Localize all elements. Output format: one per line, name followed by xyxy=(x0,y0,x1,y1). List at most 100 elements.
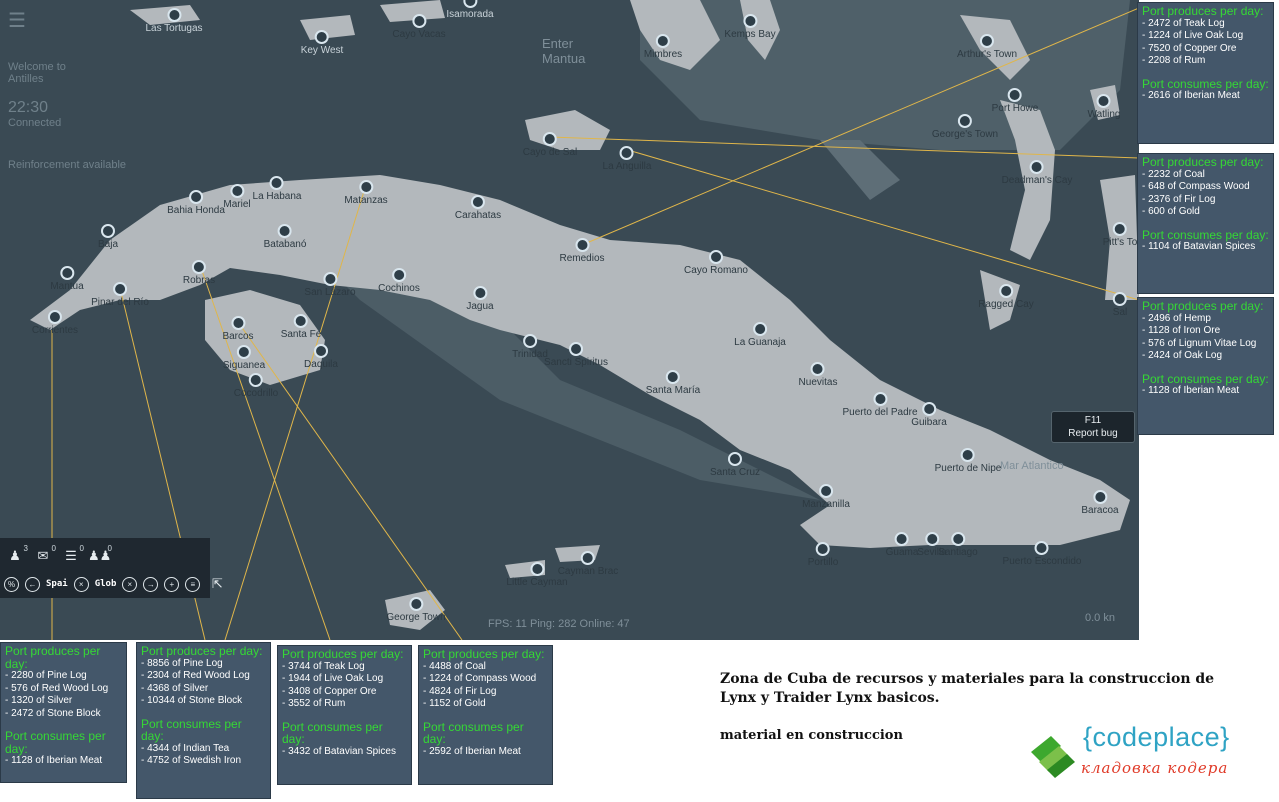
produces-item: - 4368 of Silver xyxy=(141,682,209,694)
user-icon[interactable]: ♟ 3 xyxy=(4,544,28,564)
port-name: Santa María xyxy=(645,385,701,396)
port-marker[interactable]: Cochinos xyxy=(378,268,420,294)
port-marker[interactable]: Carahatas xyxy=(455,195,501,221)
port-marker[interactable]: Remedios xyxy=(559,238,605,264)
port-marker[interactable]: Bahia Honda xyxy=(167,190,225,216)
port-marker[interactable]: George Town xyxy=(386,597,446,623)
report-key: F11 xyxy=(1084,415,1102,426)
report-label: Report bug xyxy=(1068,428,1118,439)
menu-icon[interactable]: ≡ xyxy=(185,576,201,592)
port-marker[interactable]: Corrientes xyxy=(32,310,78,336)
produces-item: - 3408 of Copper Ore xyxy=(282,685,377,697)
port-name: Sancti Spiritus xyxy=(544,357,608,368)
port-marker[interactable]: Cocodrillo xyxy=(234,373,278,399)
port-marker[interactable]: La Anguilla xyxy=(602,146,652,172)
menu-icon[interactable]: ☰ xyxy=(8,8,126,33)
port-marker[interactable]: Arthur's Town xyxy=(957,34,1017,60)
port-marker[interactable]: Manzanilla xyxy=(802,484,850,510)
port-marker[interactable]: Daquila xyxy=(304,344,338,370)
port-marker[interactable]: San Lázaro xyxy=(304,272,356,298)
port-marker[interactable]: Mantua xyxy=(50,266,84,292)
port-marker[interactable]: Cayo de Sal xyxy=(523,132,577,158)
port-marker[interactable]: Guibara xyxy=(911,402,947,428)
port-marker[interactable]: Sal xyxy=(1113,292,1127,318)
port-name: Matanzas xyxy=(344,195,388,206)
port-marker[interactable]: Barcos xyxy=(222,316,254,342)
port-marker[interactable]: La Guanaja xyxy=(734,322,786,348)
mail-icon[interactable]: ✉ 0 xyxy=(32,544,56,564)
port-marker[interactable]: Puerto de Nipe xyxy=(935,448,1001,474)
port-marker[interactable]: Cayo Romano xyxy=(684,250,748,276)
port-marker[interactable]: Sancti Spiritus xyxy=(544,342,608,368)
port-marker[interactable]: Portillo xyxy=(807,542,839,568)
consumes-item: - 1104 of Batavian Spices xyxy=(1142,241,1256,253)
port-icon xyxy=(522,334,537,348)
game-toolbar: ♟ 3 ✉ 0 ☰ 0 ♟♟ 0 % ← Spai × Glob × → + ≡ ⇱ xyxy=(0,538,223,598)
port-marker[interactable]: Jagua xyxy=(466,286,494,312)
close-icon[interactable]: × xyxy=(73,576,89,592)
port-icon xyxy=(665,370,680,384)
port-marker[interactable]: Key West xyxy=(301,30,343,56)
port-marker[interactable]: Pinar del Río xyxy=(91,282,149,308)
plus-icon[interactable]: + xyxy=(164,576,180,592)
port-marker[interactable]: Matanzas xyxy=(344,180,388,206)
produces-item: - 2496 of Hemp xyxy=(1142,312,1211,324)
list-icon[interactable]: ☰ 0 xyxy=(60,544,84,564)
port-name: Portillo xyxy=(807,557,839,568)
port-marker[interactable]: Las Tortugas xyxy=(145,8,203,34)
port-name: Baja xyxy=(97,239,119,250)
chat-global[interactable]: Glob xyxy=(95,579,117,589)
port-marker[interactable]: Santa Cruz xyxy=(710,452,760,478)
fullscreen-icon[interactable]: ⇱ xyxy=(206,576,228,592)
port-marker[interactable]: Santa Fe xyxy=(281,314,321,340)
port-icon xyxy=(313,344,328,358)
port-icon xyxy=(980,34,994,48)
arrow-left-icon[interactable]: ← xyxy=(25,576,40,592)
port-marker[interactable]: Cayo Vacas xyxy=(392,14,446,40)
port-marker[interactable]: Guama xyxy=(886,532,918,558)
sea-label-2: Mar Atlantico xyxy=(1000,460,1064,472)
port-name: La Anguilla xyxy=(602,161,652,172)
port-marker[interactable]: George's Town xyxy=(932,114,998,140)
port-marker[interactable]: Baja xyxy=(98,224,118,250)
port-marker[interactable]: La Habana xyxy=(253,176,301,202)
percent-icon[interactable]: % xyxy=(4,576,19,592)
port-name: Carahatas xyxy=(454,210,502,221)
port-marker[interactable]: Siguanea xyxy=(223,345,265,371)
port-marker[interactable]: Santiago xyxy=(938,532,978,558)
port-marker[interactable]: Mimbres xyxy=(644,34,682,60)
port-icon xyxy=(921,402,936,416)
close-icon[interactable]: × xyxy=(122,576,138,592)
port-icon xyxy=(575,238,589,252)
port-marker[interactable]: Kemps Bay xyxy=(724,14,776,40)
port-name: Cochinos xyxy=(378,283,420,294)
port-marker[interactable]: Puerto del Padre xyxy=(842,392,918,418)
group-icon[interactable]: ♟♟ 0 xyxy=(88,544,112,564)
port-marker[interactable]: Mariel xyxy=(223,184,251,210)
port-icon xyxy=(59,266,74,280)
port-marker[interactable]: Santa María xyxy=(646,370,700,396)
arrow-right-icon[interactable]: → xyxy=(143,576,159,592)
port-marker[interactable]: Baracoa xyxy=(1081,490,1119,516)
hud-time: 22:30 xyxy=(8,99,49,116)
port-icon xyxy=(1093,490,1107,504)
port-marker[interactable]: Deadman's Cay xyxy=(1002,160,1072,186)
port-name: Batabanó xyxy=(263,239,307,250)
port-marker[interactable]: Puerto Escondido xyxy=(1003,541,1081,567)
report-bug-button[interactable]: F11 Report bug xyxy=(1051,411,1135,443)
port-marker[interactable]: Isamorada xyxy=(446,0,494,20)
port-marker[interactable]: Robras xyxy=(183,260,215,286)
port-info-popup: Port produces per day: - 4488 of Coal - 12… xyxy=(418,645,553,785)
port-marker[interactable]: Trinidad xyxy=(512,334,548,360)
port-name: Manzanilla xyxy=(802,499,850,510)
port-name: Cayo Vacas xyxy=(392,29,446,40)
port-marker[interactable]: Nuevitas xyxy=(799,362,837,388)
port-icon xyxy=(1113,222,1127,236)
port-marker[interactable]: Pitt's To xyxy=(1103,222,1137,248)
port-marker[interactable]: Port Howe xyxy=(992,88,1038,114)
port-marker[interactable]: Batabanó xyxy=(263,224,307,250)
port-marker[interactable]: Little Cayman xyxy=(506,562,568,588)
port-marker[interactable]: Ragged Cay xyxy=(978,284,1034,310)
chat-spain[interactable]: Spai xyxy=(46,579,68,589)
port-marker[interactable]: Watling xyxy=(1088,94,1120,120)
